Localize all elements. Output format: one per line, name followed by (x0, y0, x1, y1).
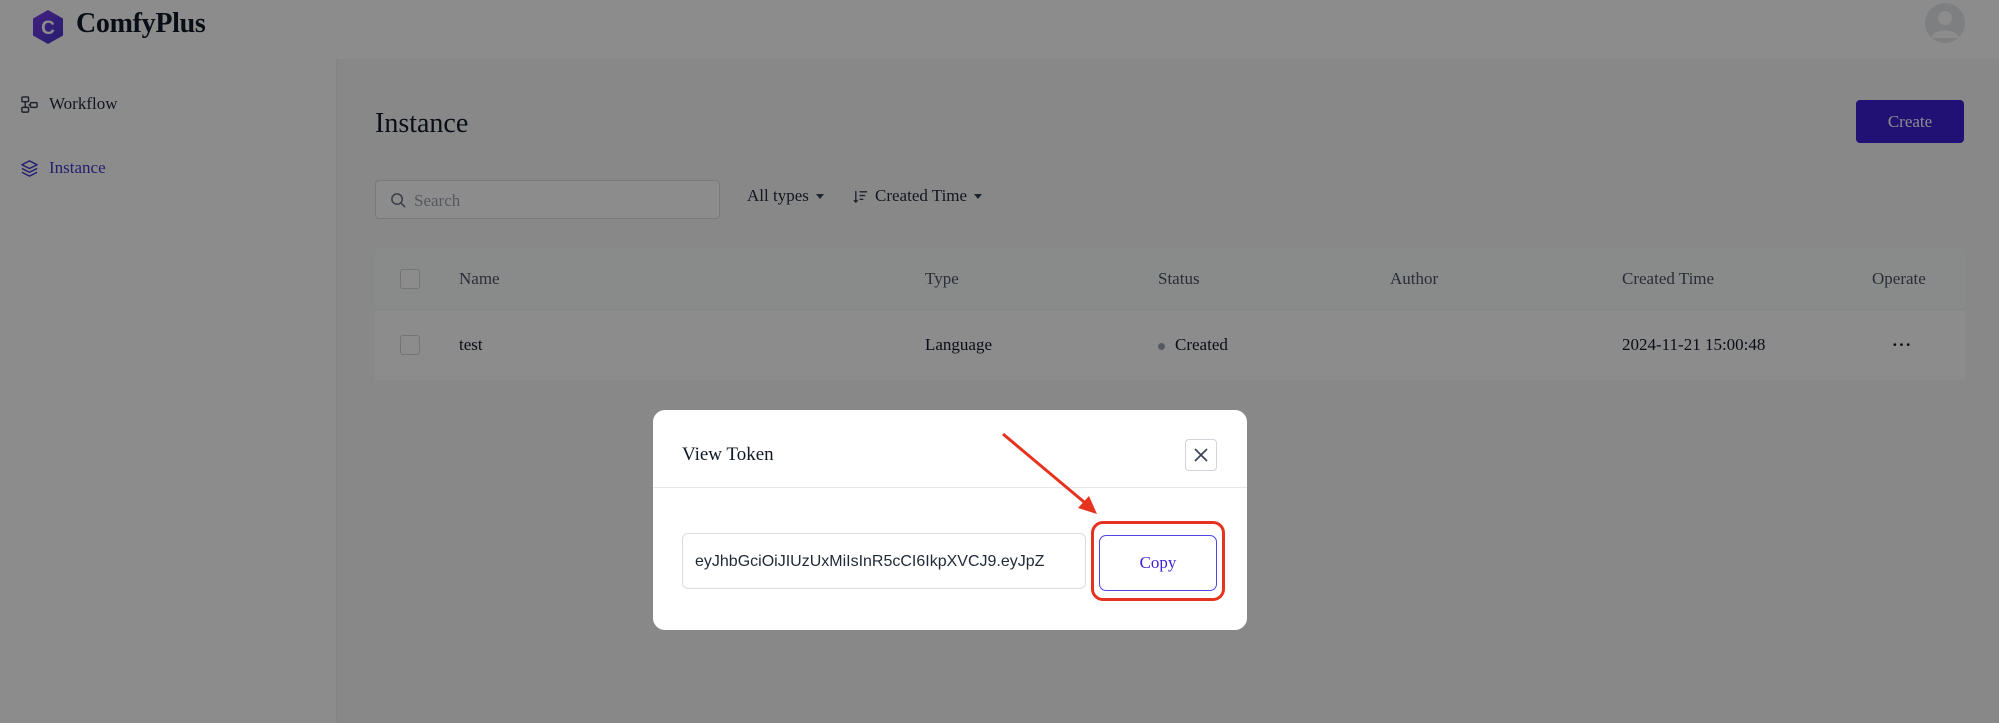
modal-title: View Token (682, 444, 774, 465)
close-button[interactable] (1185, 439, 1217, 471)
modal-divider (653, 487, 1247, 488)
app-root: C ComfyPlus Workflow Instance Instance C… (0, 0, 1999, 723)
close-icon (1194, 448, 1208, 462)
token-field (682, 533, 1086, 589)
copy-button[interactable]: Copy (1099, 535, 1217, 591)
token-input[interactable] (693, 534, 1083, 588)
view-token-modal: View Token Copy (653, 410, 1247, 630)
